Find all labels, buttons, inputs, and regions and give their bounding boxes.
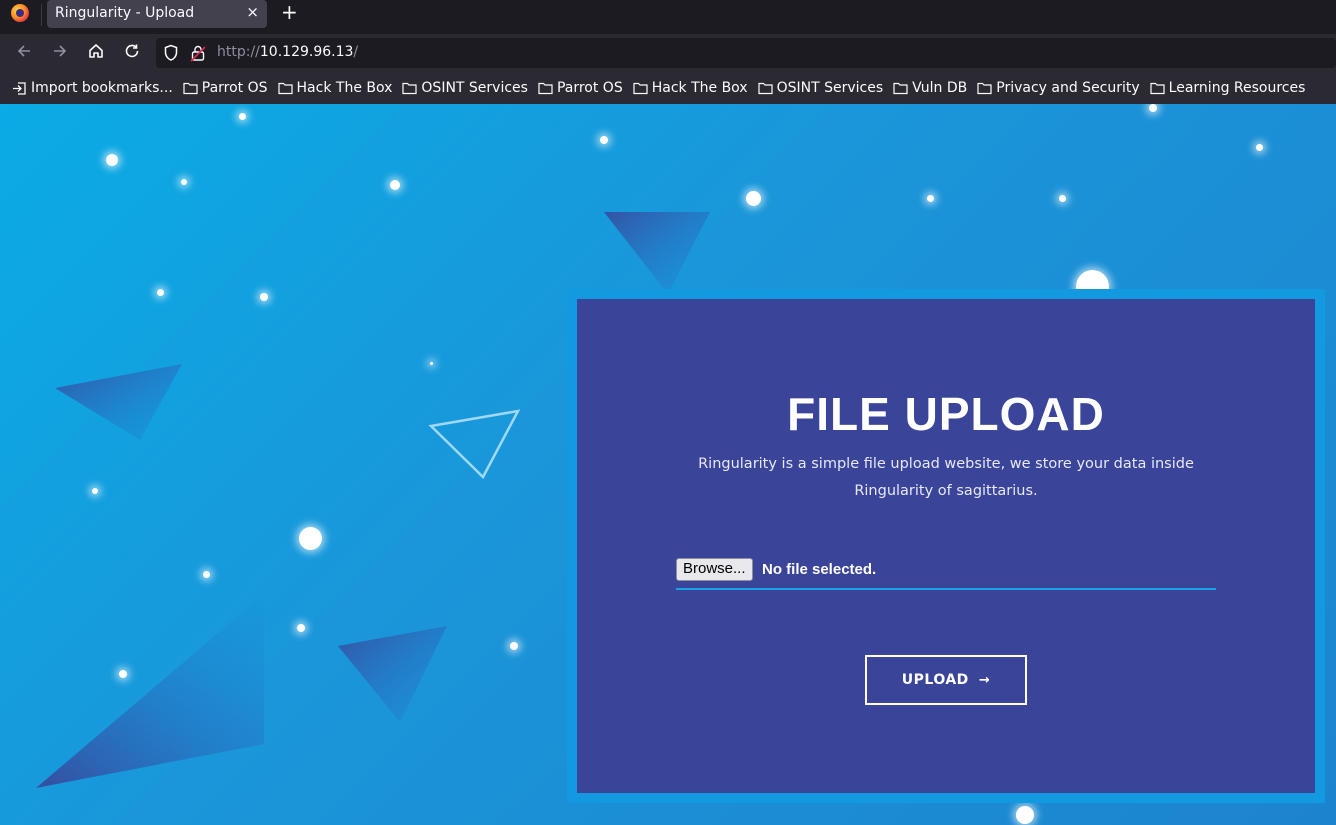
bookmark-label: Learning Resources xyxy=(1168,80,1306,96)
bookmark-folder[interactable]: Learning Resources xyxy=(1150,80,1306,96)
star-dot xyxy=(299,527,322,550)
url-bar[interactable]: http://10.129.96.13/ xyxy=(156,38,1336,68)
bookmark-folder[interactable]: Parrot OS xyxy=(538,80,623,96)
url-scheme: http:// xyxy=(217,44,260,60)
star-dot xyxy=(746,191,761,206)
star-dot xyxy=(600,136,608,144)
bookmark-label: Import bookmarks... xyxy=(31,80,173,96)
url-text[interactable]: http://10.129.96.13/ xyxy=(217,44,358,60)
bookmark-folder[interactable]: Parrot OS xyxy=(183,80,268,96)
upload-card: FILE UPLOAD Ringularity is a simple file… xyxy=(577,299,1315,793)
bookmark-import[interactable]: Import bookmarks... xyxy=(12,80,173,96)
home-button[interactable] xyxy=(85,42,107,64)
back-button[interactable] xyxy=(13,42,35,64)
url-host: 10.129.96.13 xyxy=(259,44,354,60)
reload-icon xyxy=(125,44,139,58)
file-input[interactable]: Browse... No file selected. xyxy=(676,552,1216,590)
folder-icon xyxy=(1150,82,1165,95)
star-dot xyxy=(239,113,246,120)
upload-card-border: FILE UPLOAD Ringularity is a simple file… xyxy=(567,289,1325,803)
bookmark-folder[interactable]: Hack The Box xyxy=(633,80,748,96)
bookmark-label: Hack The Box xyxy=(651,80,748,96)
shield-icon[interactable] xyxy=(163,44,179,62)
firefox-logo-icon[interactable] xyxy=(11,4,29,22)
folder-icon xyxy=(183,82,198,95)
navigation-bar: http://10.129.96.13/ xyxy=(0,34,1336,72)
new-tab-button[interactable]: + xyxy=(281,0,298,24)
star-dot xyxy=(390,180,400,190)
url-path: / xyxy=(353,44,359,60)
star-dot xyxy=(510,642,518,650)
star-dot xyxy=(92,488,98,494)
folder-icon xyxy=(402,82,418,95)
home-icon xyxy=(89,44,103,58)
insecure-lock-icon[interactable] xyxy=(190,44,206,62)
folder-icon xyxy=(757,82,773,95)
star-dot xyxy=(297,624,305,632)
bookmark-label: Hack The Box xyxy=(296,80,393,96)
bookmark-folder[interactable]: Vuln DB xyxy=(893,80,967,96)
import-icon xyxy=(13,81,26,95)
star-dot xyxy=(1256,144,1263,151)
triangle-outline-shape xyxy=(428,409,521,480)
bookmark-label: Parrot OS xyxy=(556,80,623,96)
triangle-shape xyxy=(55,364,182,440)
bookmark-folder[interactable]: OSINT Services xyxy=(402,80,528,96)
star-dot xyxy=(1059,195,1066,202)
page-background: FILE UPLOAD Ringularity is a simple file… xyxy=(0,104,1336,825)
tab-bar: Ringularity - Upload × + xyxy=(0,0,1336,34)
star-dot xyxy=(927,195,934,202)
bookmark-folder[interactable]: Hack The Box xyxy=(277,80,393,96)
page-title: FILE UPLOAD xyxy=(787,388,1105,440)
bookmark-label: OSINT Services xyxy=(776,80,884,96)
bookmark-label: Parrot OS xyxy=(201,80,268,96)
triangle-shape xyxy=(338,626,447,722)
star-dot xyxy=(1149,104,1157,112)
star-dot xyxy=(430,362,433,365)
bookmark-label: Vuln DB xyxy=(912,80,968,96)
tab-separator xyxy=(41,4,42,26)
bookmark-label: Privacy and Security xyxy=(996,80,1140,96)
browse-button[interactable]: Browse... xyxy=(676,558,753,581)
bookmark-folder[interactable]: OSINT Services xyxy=(757,80,884,96)
file-status-text: No file selected. xyxy=(762,561,877,578)
bookmark-folder[interactable]: Privacy and Security xyxy=(977,80,1140,96)
reload-button[interactable] xyxy=(121,42,143,64)
folder-icon xyxy=(977,82,992,95)
page-description: Ringularity is a simple file upload webs… xyxy=(698,456,1194,499)
tab-close-icon[interactable]: × xyxy=(246,3,259,21)
star-dot xyxy=(203,571,210,578)
tab-title: Ringularity - Upload xyxy=(55,5,195,21)
star-dot xyxy=(157,289,164,296)
triangle-shape xyxy=(604,212,710,294)
triangle-shape xyxy=(36,594,264,788)
tab-active[interactable]: Ringularity - Upload × xyxy=(47,0,267,28)
upload-button[interactable]: UPLOAD → xyxy=(865,655,1027,705)
star-dot xyxy=(181,179,187,185)
forward-arrow-icon xyxy=(54,45,67,57)
bookmark-label: OSINT Services xyxy=(421,80,528,96)
folder-icon xyxy=(893,82,908,95)
folder-icon xyxy=(633,82,648,95)
star-dot xyxy=(260,293,268,301)
star-dot xyxy=(119,670,127,678)
bookmarks-bar: Import bookmarks... Parrot OS Hack The B… xyxy=(0,72,1336,104)
back-arrow-icon xyxy=(17,45,30,57)
arrow-right-icon: → xyxy=(978,672,991,688)
star-dot xyxy=(106,154,118,166)
folder-icon xyxy=(538,82,553,95)
upload-button-label: UPLOAD xyxy=(901,672,969,688)
forward-button[interactable] xyxy=(49,42,71,64)
star-dot xyxy=(1016,806,1034,824)
folder-icon xyxy=(277,82,293,95)
